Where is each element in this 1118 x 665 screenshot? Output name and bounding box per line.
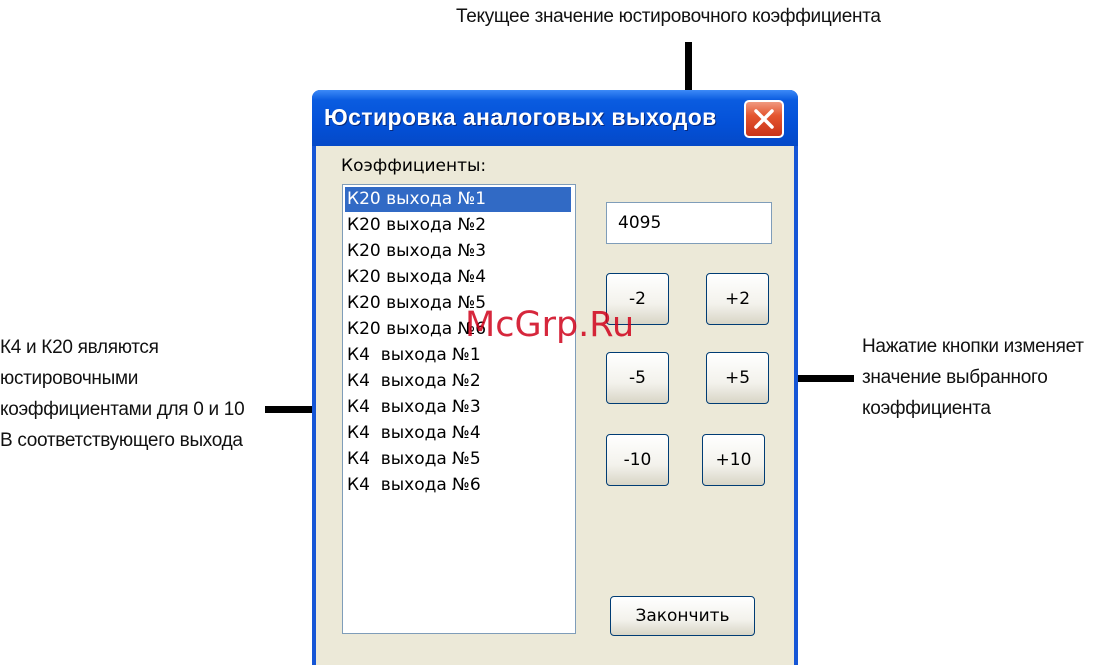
list-item[interactable]: К20 выхода №2 — [345, 213, 571, 238]
increase-5-button[interactable]: +5 — [706, 352, 769, 404]
annotation-current-value: Текущее значение юстировочного коэффицие… — [456, 6, 881, 27]
list-item[interactable]: К4 выхода №3 — [345, 395, 571, 420]
list-item[interactable]: К4 выхода №4 — [345, 421, 571, 446]
list-item[interactable]: К20 выхода №5 — [345, 291, 571, 316]
title-bar[interactable]: Юстировка аналоговых выходов — [312, 90, 798, 146]
close-x-icon — [754, 109, 774, 129]
current-value-field[interactable]: 4095 — [606, 202, 772, 244]
increase-2-button[interactable]: +2 — [706, 273, 769, 325]
list-item[interactable]: К20 выхода №3 — [345, 239, 571, 264]
list-item[interactable]: К4 выхода №5 — [345, 447, 571, 472]
list-item[interactable]: К20 выхода №4 — [345, 265, 571, 290]
list-item[interactable]: К20 выхода №6 — [345, 317, 571, 342]
list-item[interactable]: К4 выхода №1 — [345, 343, 571, 368]
finish-button[interactable]: Закончить — [610, 596, 755, 636]
list-item[interactable]: К4 выхода №6 — [345, 473, 571, 498]
window-title: Юстировка аналоговых выходов — [324, 104, 717, 130]
decrease-5-button[interactable]: -5 — [606, 352, 669, 404]
list-item[interactable]: К4 выхода №2 — [345, 369, 571, 394]
coefficients-listbox[interactable]: К20 выхода №1 К20 выхода №2 К20 выхода №… — [342, 184, 576, 634]
increase-10-button[interactable]: +10 — [702, 434, 765, 486]
coefficients-label: Коэффициенты: — [341, 156, 487, 176]
adjustment-dialog: Юстировка аналоговых выходов Коэффициент… — [312, 90, 798, 665]
annotation-coefficients: К4 и К20 являются юстировочными коэффици… — [0, 337, 245, 451]
list-item[interactable]: К20 выхода №1 — [345, 187, 571, 212]
annotation-buttons: Нажатие кнопки изменяет значение выбранн… — [862, 336, 1084, 419]
decrease-2-button[interactable]: -2 — [606, 273, 669, 325]
close-button[interactable] — [744, 100, 784, 138]
dialog-client-area: Коэффициенты: К20 выхода №1 К20 выхода №… — [316, 146, 794, 665]
decrease-10-button[interactable]: -10 — [606, 434, 669, 486]
